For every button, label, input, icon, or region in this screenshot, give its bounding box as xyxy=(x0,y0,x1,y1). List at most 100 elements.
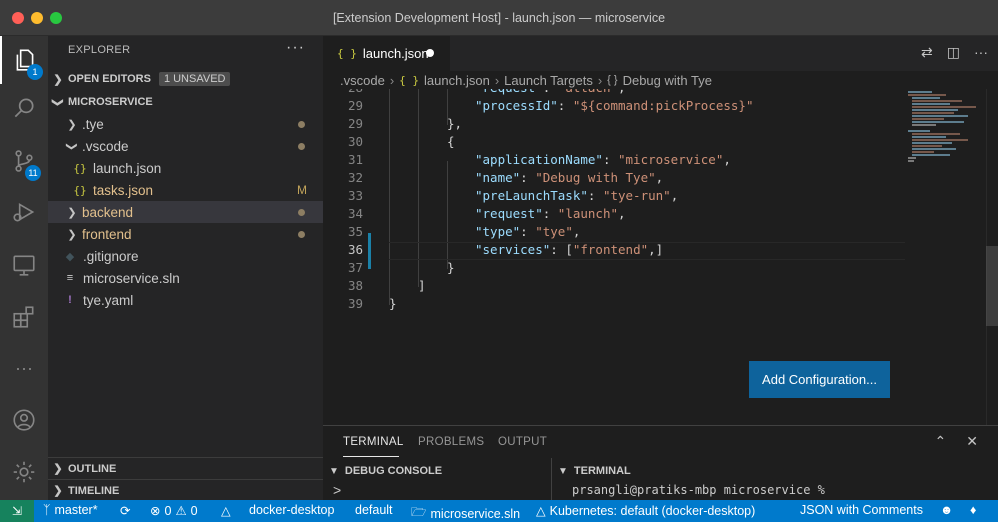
modified-dot xyxy=(298,121,305,128)
timeline-header[interactable]: ❯ TIMELINE xyxy=(48,479,323,501)
close-panel-icon[interactable]: ✕ xyxy=(966,433,978,450)
solution-status[interactable]: 🗁 microservice.sln xyxy=(411,503,520,522)
manage-activity[interactable] xyxy=(0,448,48,496)
terminal-header[interactable]: ▼ TERMINAL xyxy=(558,462,631,480)
branch-label: master* xyxy=(54,503,98,517)
tree-item-label: .gitignore xyxy=(83,248,139,264)
namespace-label[interactable]: default xyxy=(355,503,393,517)
problems-status[interactable]: ⊗ 0 ⚠ 0 xyxy=(150,503,198,519)
scrollbar-thumb[interactable] xyxy=(986,246,998,326)
open-editors-label: OPEN EDITORS xyxy=(68,73,151,85)
tree-item-backend[interactable]: ❯ backend xyxy=(48,201,323,223)
json-punctuation: , xyxy=(723,152,731,167)
code-line[interactable]: "request": "attach", xyxy=(475,89,626,95)
open-changes-icon[interactable]: ⇄ xyxy=(921,44,933,61)
panel-actions: ⌃ ✕ xyxy=(935,433,978,450)
branch-status[interactable]: ᛉ master* xyxy=(43,503,98,517)
tree-item-gitignore[interactable]: ◆ .gitignore xyxy=(48,245,323,267)
code-line[interactable]: { xyxy=(447,134,455,149)
breadcrumb-item[interactable]: Debug with Tye xyxy=(623,73,712,88)
extensions-activity[interactable] xyxy=(0,293,48,341)
language-mode[interactable]: JSON with Comments xyxy=(800,503,923,517)
search-icon xyxy=(14,98,34,118)
explorer-title: EXPLORER xyxy=(68,44,131,56)
tree-item-label: .tye xyxy=(82,116,104,132)
breadcrumb-item[interactable]: launch.json xyxy=(424,73,490,88)
tab-output[interactable]: OUTPUT xyxy=(498,436,547,448)
json-string: "microservice" xyxy=(618,152,724,167)
code-line[interactable]: "name": "Debug with Tye", xyxy=(475,170,663,185)
run-debug-activity[interactable] xyxy=(0,188,48,236)
code-line[interactable]: "applicationName": "microservice", xyxy=(475,152,731,167)
tree-item-sln[interactable]: ≡ microservice.sln xyxy=(48,267,323,289)
notifications-status[interactable]: ♦ xyxy=(970,503,976,517)
live-share-status[interactable]: ☻ xyxy=(940,503,953,517)
editor-actions: ⇄ ◫ ··· xyxy=(921,44,988,61)
breadcrumb-item[interactable]: Launch Targets xyxy=(504,73,593,88)
unsaved-dot-icon[interactable] xyxy=(426,49,434,57)
code-line[interactable]: "type": "tye", xyxy=(475,224,580,239)
chevron-right-icon: ❯ xyxy=(67,118,77,131)
line-number: 30 xyxy=(347,134,363,149)
tab-terminal[interactable]: TERMINAL xyxy=(343,436,404,448)
outline-header[interactable]: ❯ OUTLINE xyxy=(48,457,323,479)
search-activity[interactable] xyxy=(0,84,48,132)
debug-console-prompt[interactable]: > xyxy=(333,482,341,498)
open-editors-header[interactable]: ❯ OPEN EDITORS 1 UNSAVED xyxy=(48,68,323,90)
add-configuration-button[interactable]: Add Configuration... xyxy=(749,361,890,398)
json-punctuation: : xyxy=(587,188,603,203)
code-line[interactable]: "preLaunchTask": "tye-run", xyxy=(475,188,678,203)
tree-item-tye[interactable]: ❯ .tye xyxy=(48,113,323,135)
accounts-activity[interactable] xyxy=(0,396,48,444)
docker-context-status[interactable]: △ xyxy=(221,503,231,518)
tab-launch-json[interactable]: { } launch.json xyxy=(323,36,450,71)
docker-context-label[interactable]: docker-desktop xyxy=(249,503,334,517)
debug-console-header[interactable]: ▼ DEBUG CONSOLE xyxy=(329,462,442,480)
panel-divider[interactable] xyxy=(551,458,552,501)
terminal-output[interactable]: prsangli@pratiks-mbp microservice % xyxy=(572,483,825,497)
line-number: 34 xyxy=(347,206,363,221)
sync-status[interactable]: ⟳ xyxy=(120,503,130,518)
more-actions-icon[interactable]: ··· xyxy=(974,44,988,61)
explorer-more-button[interactable]: ··· xyxy=(286,39,305,57)
json-punctuation: : xyxy=(520,170,536,185)
remote-explorer-activity[interactable] xyxy=(0,241,48,289)
minimap[interactable] xyxy=(906,89,986,169)
json-string: "tye" xyxy=(535,224,573,239)
code-line[interactable]: } xyxy=(389,296,397,311)
tree-item-frontend[interactable]: ❯ frontend xyxy=(48,223,323,245)
code-line[interactable]: "services": ["frontend",] xyxy=(475,242,663,257)
json-key: "preLaunchTask" xyxy=(475,188,588,203)
code-line[interactable]: ] xyxy=(418,278,426,293)
explorer-activity[interactable]: 1 xyxy=(0,36,48,84)
tab-problems[interactable]: PROBLEMS xyxy=(418,436,484,448)
code-line[interactable]: } xyxy=(447,260,455,275)
modified-status: M xyxy=(297,183,307,197)
tree-item-tye-yaml[interactable]: ! tye.yaml xyxy=(48,289,323,311)
kubernetes-label: Kubernetes: default (docker-desktop) xyxy=(549,503,756,518)
explorer-badge: 1 xyxy=(27,64,43,80)
editor-tabs: { } launch.json ⇄ ◫ ··· xyxy=(323,36,998,71)
code-editor[interactable]: 28 "request": "attach", 29 "processId": "${… xyxy=(323,89,998,425)
line-number: 39 xyxy=(347,296,363,311)
tree-item-launch-json[interactable]: {} launch.json xyxy=(48,157,323,179)
code-line[interactable]: "processId": "${command:pickProcess}" xyxy=(475,98,753,113)
remote-explorer-icon xyxy=(13,255,35,276)
extensions-icon xyxy=(13,306,34,328)
code-line[interactable]: }, xyxy=(447,116,462,131)
explorer-sidebar: EXPLORER ··· ❯ OPEN EDITORS 1 UNSAVED ❯ … xyxy=(48,36,323,500)
split-editor-icon[interactable]: ◫ xyxy=(947,44,960,61)
source-control-activity[interactable]: 11 xyxy=(0,137,48,185)
tree-item-vscode[interactable]: ❯ .vscode xyxy=(48,135,323,157)
line-number: 36 xyxy=(347,242,363,257)
tree-item-label: tasks.json xyxy=(93,182,154,198)
breadcrumb-item[interactable]: .vscode xyxy=(340,73,385,88)
kubernetes-status[interactable]: △ Kubernetes: default (docker-desktop) xyxy=(536,503,756,519)
more-activity[interactable]: ··· xyxy=(0,344,48,392)
folder-header[interactable]: ❯ MICROSERVICE xyxy=(48,91,323,113)
status-bar: ⇲ ᛉ master* ⟳ ⊗ 0 ⚠ 0 △ docker-desktop d… xyxy=(0,500,998,522)
remote-indicator[interactable]: ⇲ xyxy=(0,500,34,522)
code-line[interactable]: "request": "launch", xyxy=(475,206,626,221)
maximize-panel-icon[interactable]: ⌃ xyxy=(935,433,947,450)
tree-item-tasks-json[interactable]: {} tasks.json M xyxy=(48,179,323,201)
